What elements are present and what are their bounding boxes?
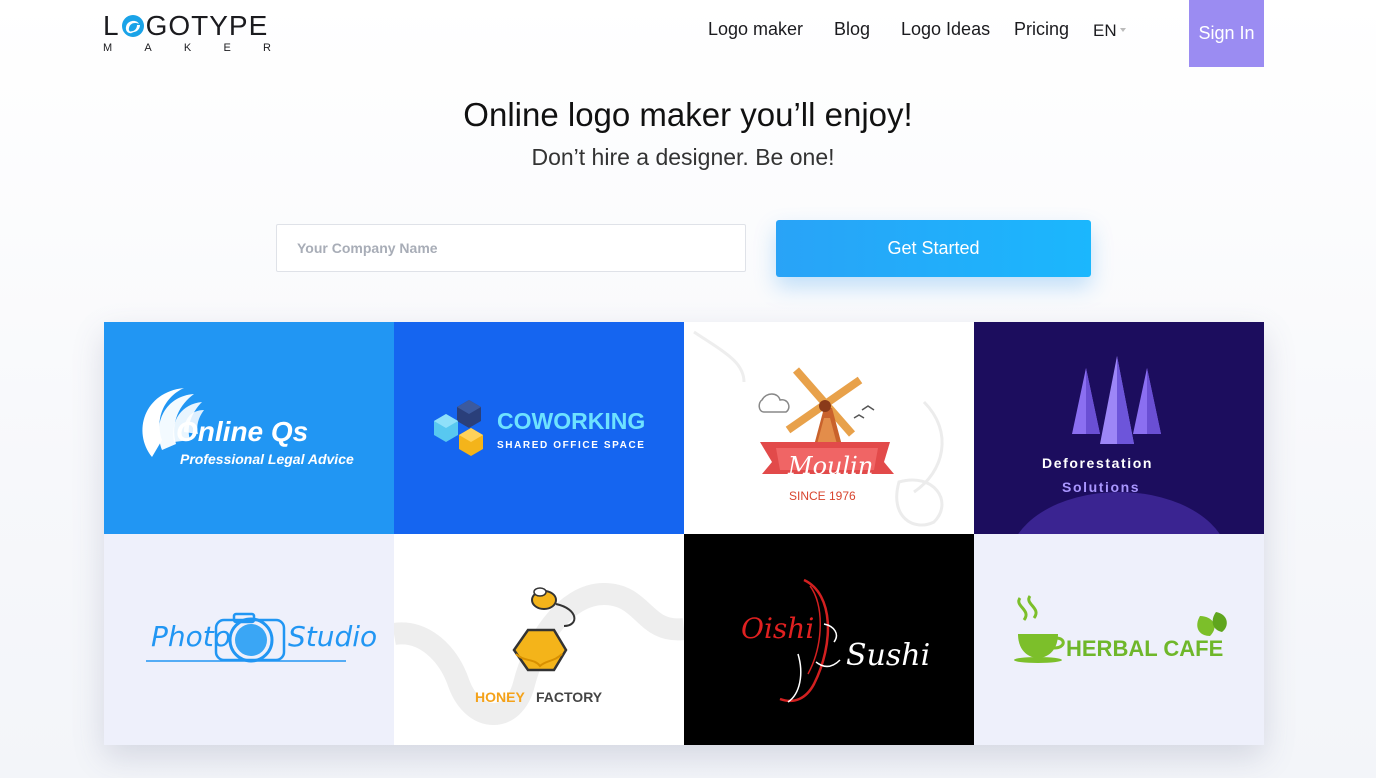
logo-tagline: SHARED OFFICE SPACE — [497, 440, 646, 451]
logo-card-photo-studio[interactable]: Photo Studio — [104, 534, 394, 745]
language-selector[interactable]: EN — [1093, 21, 1126, 41]
logo-name: Moulin — [788, 452, 874, 480]
logo-card-coworking[interactable]: COWORKING SHARED OFFICE SPACE — [394, 322, 684, 534]
logo-tagline: SINCE 1976 — [789, 489, 856, 503]
logo-sub-letter: A — [144, 42, 152, 54]
nav-logo-maker[interactable]: Logo maker — [708, 19, 803, 40]
logo-subtitle: M A K E R — [103, 42, 271, 54]
logo-card-moulin[interactable]: Moulin SINCE 1976 — [684, 322, 974, 534]
logo-name: COWORKING — [497, 408, 646, 434]
logo-sub-letter: R — [263, 42, 271, 54]
logotype-logo[interactable]: L GOTYPE M A K E R — [103, 11, 273, 57]
logo-name: Deforestation — [1042, 455, 1154, 471]
swirl-icon — [121, 15, 144, 37]
chevron-down-icon — [1119, 28, 1126, 32]
logo-tagline: Professional Legal Advice — [180, 451, 354, 467]
logo-card-herbal-cafe[interactable]: HERBAL CAFE — [974, 534, 1264, 745]
logo-sub-letter: K — [183, 42, 192, 54]
logo-sub-letter: M — [103, 42, 113, 54]
logo-name: Online Qs — [176, 416, 309, 447]
logo-tagline: Sushi — [846, 638, 931, 673]
logo-name: Oishi — [741, 612, 815, 645]
logo-card-oishi-sushi[interactable]: Oishi Sushi — [684, 534, 974, 745]
logo-tagline: FACTORY — [536, 689, 603, 705]
logo-tagline: Studio — [288, 620, 378, 653]
logo-name: HERBAL CAFE — [1066, 636, 1224, 661]
get-started-button[interactable]: Get Started — [776, 220, 1091, 277]
logo-card-deforestation[interactable]: Deforestation Solutions — [974, 322, 1264, 534]
logo-letter: L — [103, 10, 120, 41]
nav-pricing[interactable]: Pricing — [1014, 19, 1069, 40]
trees-icon — [1018, 356, 1220, 534]
logo-tagline: Solutions — [1062, 479, 1141, 495]
logo-sub-letter: E — [223, 42, 231, 54]
hero-subtitle: Don’t hire a designer. Be one! — [531, 144, 835, 170]
logo-name: Photo — [151, 620, 231, 653]
logo-letters: GOTYPE — [145, 10, 269, 41]
language-label: EN — [1093, 21, 1117, 40]
koi-fish-icon — [779, 578, 841, 703]
bee-honeycomb-icon — [394, 582, 684, 725]
logo-card-online-qs[interactable]: Online Qs Professional Legal Advice — [104, 322, 394, 534]
nav-logo-ideas[interactable]: Logo Ideas — [901, 19, 990, 40]
sign-in-button[interactable]: Sign In — [1189, 0, 1264, 67]
company-name-input[interactable] — [276, 224, 746, 272]
header: L GOTYPE M A K E R Logo maker Blog Logo I… — [0, 0, 1376, 70]
logo-name: HONEY — [475, 689, 525, 705]
logo-card-honey-factory[interactable]: HONEY FACTORY — [394, 534, 684, 745]
logo-gallery: Online Qs Professional Legal Advice COWO… — [104, 322, 1264, 745]
logo-wordmark: L GOTYPE — [103, 11, 268, 41]
hero-title: Online logo maker you’ll enjoy! — [463, 96, 913, 133]
nav-blog[interactable]: Blog — [834, 19, 870, 40]
